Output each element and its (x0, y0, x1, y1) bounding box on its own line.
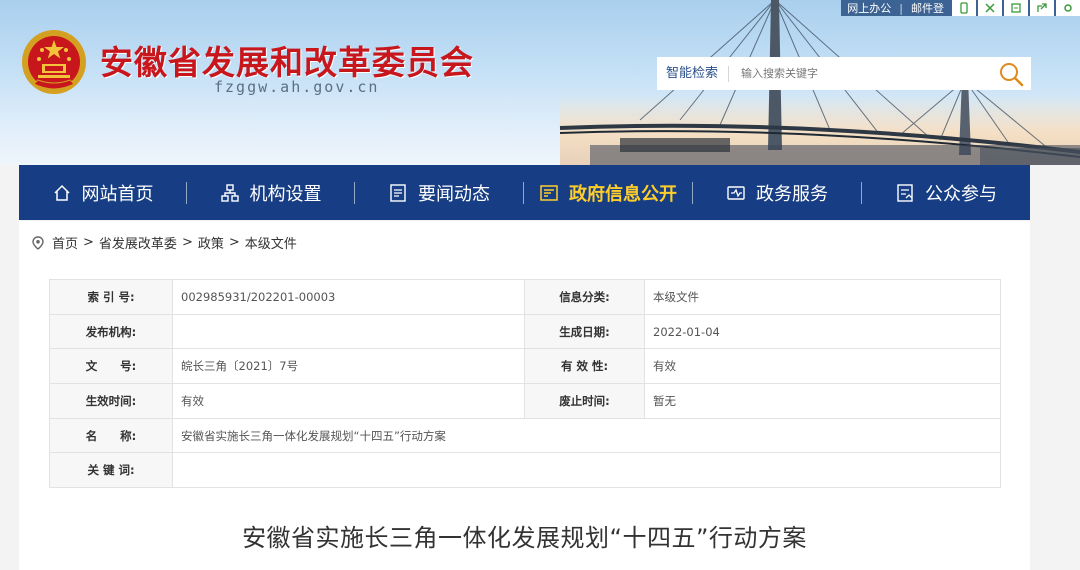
search-icon[interactable] (997, 60, 1025, 88)
field-value: 本级文件 (644, 279, 1001, 315)
site-title[interactable]: 安徽省发展和改革委员会 (100, 36, 474, 84)
news-icon (388, 183, 408, 203)
site-domain: fzggw.ah.gov.cn (214, 78, 380, 96)
field-value: 002985931/202201-00003 (172, 279, 525, 315)
nav-item-info-disclosure[interactable]: 政府信息公开 (524, 165, 692, 220)
table-row: 名 称: 安徽省实施长三角一体化发展规划“十四五”行动方案 (49, 417, 1001, 454)
field-label: 索 引 号: (49, 279, 173, 315)
field-label: 信息分类: (524, 279, 645, 315)
nav-item-label: 政务服务 (756, 183, 828, 205)
national-emblem-logo (22, 30, 86, 94)
field-value: 安徽省实施长三角一体化发展规划“十四五”行动方案 (172, 417, 1001, 454)
breadcrumb-separator: > (228, 235, 240, 250)
table-row: 生效时间: 有效 废止时间: 暂无 (49, 383, 1001, 419)
mail-login-link[interactable]: 邮件登 (905, 0, 950, 16)
breadcrumb-policy[interactable]: 政策 (198, 233, 224, 252)
org-chart-icon (220, 183, 240, 203)
breadcrumb-current[interactable]: 本级文件 (245, 233, 297, 252)
field-label: 文 号: (49, 348, 173, 385)
field-value: 有效 (172, 383, 525, 419)
nav-item-label: 公众参与 (925, 183, 997, 205)
search-input[interactable] (741, 67, 982, 80)
main-nav: 网站首页 机构设置 要闻动态 政府信息公开 政务服务 公众参与 (19, 165, 1030, 220)
field-label: 关 键 词: (49, 452, 173, 489)
top-utility-bar: 网上办公 | 邮件登 (841, 0, 1080, 16)
field-label: 名 称: (49, 417, 173, 454)
site-header: 安徽省发展和改革委员会 fzggw.ah.gov.cn 网上办公 | 邮件登 智… (0, 0, 1080, 165)
field-label: 废止时间: (524, 383, 645, 419)
field-value: 2022-01-04 (644, 313, 1001, 350)
field-value: 暂无 (644, 383, 1001, 419)
table-row: 关 键 词: (49, 452, 1001, 489)
topbar-divider: | (899, 1, 903, 15)
search-box: 智能检索 (657, 57, 1031, 90)
document-info-table: 索 引 号: 002985931/202201-00003 信息分类: 本级文件… (49, 279, 1001, 489)
field-label: 发布机构: (49, 313, 173, 350)
document-title: 安徽省实施长三角一体化发展规划“十四五”行动方案 (242, 524, 807, 552)
location-pin-icon (32, 235, 44, 250)
table-row: 发布机构: 生成日期: 2022-01-04 (49, 313, 1001, 350)
online-office-link[interactable]: 网上办公 (841, 0, 897, 16)
nav-item-label: 网站首页 (81, 183, 154, 205)
smart-search-label[interactable]: 智能检索 (657, 65, 730, 82)
settings-icon[interactable] (1056, 0, 1080, 16)
field-value: 皖长三角〔2021〕7号 (172, 348, 525, 385)
table-row: 文 号: 皖长三角〔2021〕7号 有 效 性: 有效 (49, 348, 1001, 385)
nav-item-home[interactable]: 网站首页 (19, 165, 186, 220)
breadcrumb-separator: > (83, 235, 94, 250)
nav-item-gov-services[interactable]: 政务服务 (693, 165, 861, 220)
nav-item-organization[interactable]: 机构设置 (187, 165, 354, 220)
archive-icon[interactable] (1004, 0, 1028, 16)
table-row: 索 引 号: 002985931/202201-00003 信息分类: 本级文件 (49, 279, 1001, 315)
nav-item-label: 机构设置 (249, 183, 322, 205)
breadcrumb-separator: > (181, 235, 193, 250)
service-icon (726, 183, 746, 203)
home-icon (52, 183, 72, 203)
breadcrumb-home[interactable]: 首页 (52, 233, 78, 252)
nav-item-public-participation[interactable]: 公众参与 (862, 165, 1030, 220)
mobile-icon[interactable] (952, 0, 976, 16)
network-icon[interactable] (978, 0, 1002, 16)
share-icon[interactable] (1030, 0, 1054, 16)
field-value: 有效 (644, 348, 1001, 385)
field-value (172, 313, 525, 350)
field-label: 生成日期: (524, 313, 645, 350)
field-label: 生效时间: (49, 383, 173, 419)
participate-icon (895, 183, 915, 203)
nav-item-label: 政府信息公开 (569, 183, 677, 205)
field-value (172, 452, 1001, 489)
breadcrumb-commission[interactable]: 省发展改革委 (99, 233, 177, 252)
info-open-icon (539, 183, 559, 203)
breadcrumb: 首页 > 省发展改革委 > 政策 > 本级文件 (32, 233, 297, 252)
nav-item-news[interactable]: 要闻动态 (355, 165, 523, 220)
nav-item-label: 要闻动态 (418, 183, 490, 205)
field-label: 有 效 性: (524, 348, 645, 385)
